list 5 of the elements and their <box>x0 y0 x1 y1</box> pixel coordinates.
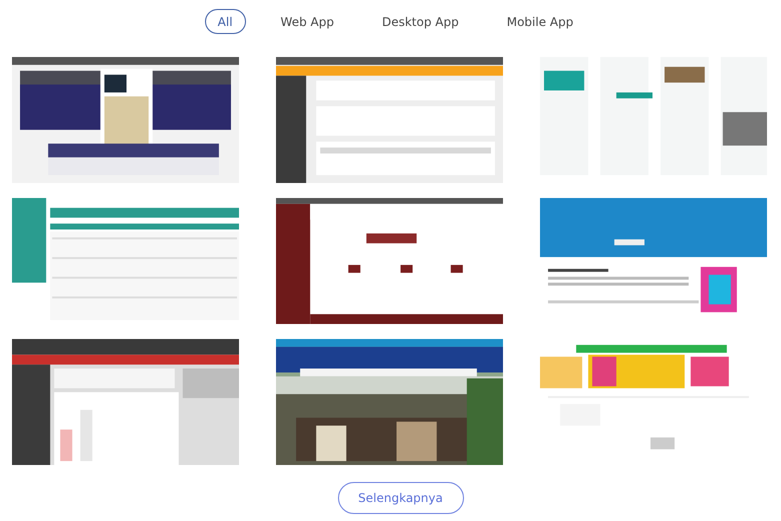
filter-tab[interactable]: Desktop App <box>368 9 472 34</box>
filter-tab[interactable]: All <box>204 9 246 34</box>
filter-tab[interactable]: Mobile App <box>494 9 586 34</box>
more-button[interactable]: Selengkapnya <box>338 482 464 514</box>
filter-tab[interactable]: Web App <box>268 9 347 34</box>
